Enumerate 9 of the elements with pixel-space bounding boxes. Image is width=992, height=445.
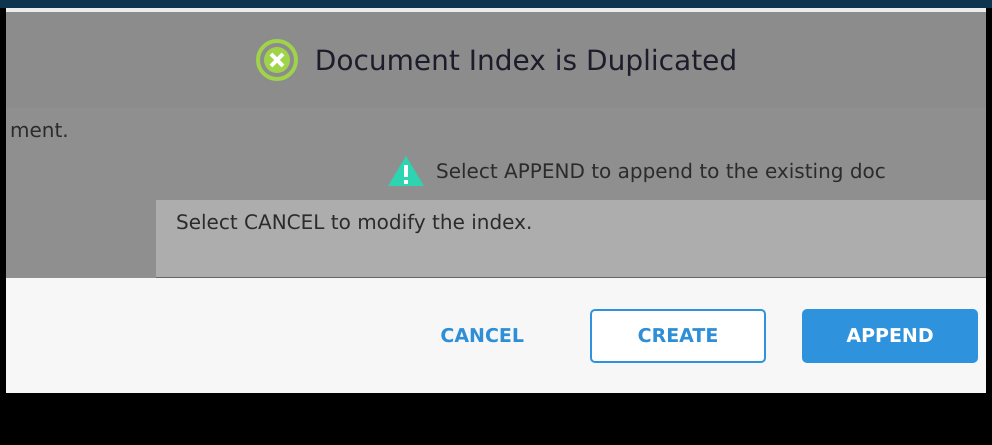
message-text: ment. [10, 118, 69, 142]
error-icon [254, 38, 299, 82]
create-button[interactable]: CREATE [590, 308, 766, 362]
message-text: Select CANCEL to modify the index. [176, 210, 534, 234]
warning-icon [386, 154, 426, 188]
cancel-button[interactable]: CANCEL [410, 308, 554, 362]
message-text: Select APPEND to append to the existing doc [436, 159, 886, 183]
append-button[interactable]: APPEND [802, 308, 978, 362]
dialog-title: Document Index is Duplicated [314, 44, 738, 76]
